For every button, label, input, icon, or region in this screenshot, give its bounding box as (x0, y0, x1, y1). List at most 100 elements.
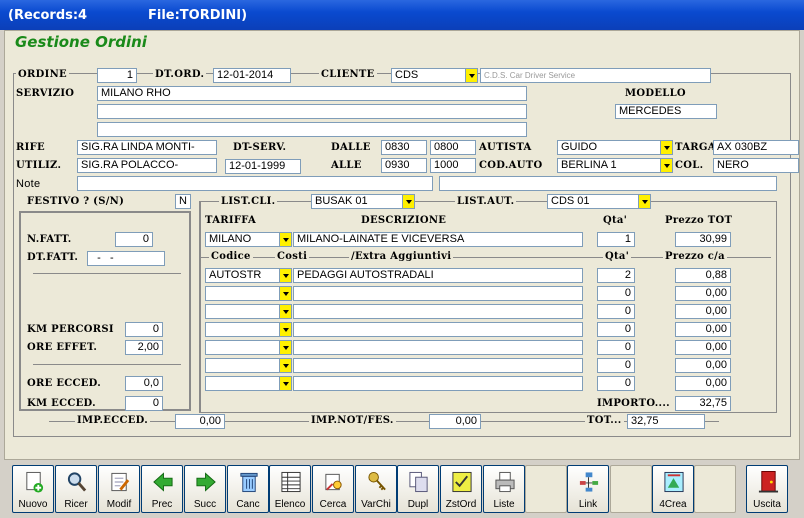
canc-button[interactable]: Canc (227, 465, 269, 513)
n-fatt-field[interactable]: 0 (115, 232, 153, 247)
codice-header: Codice (209, 251, 253, 262)
extra-codice-dropdown[interactable] (279, 268, 292, 283)
extra-qta-field[interactable]: 0 (597, 358, 635, 373)
extra-prezzo-field[interactable]: 0,00 (675, 304, 731, 319)
imp-not-field[interactable]: 0,00 (429, 414, 481, 429)
alle-field-1[interactable]: 0930 (381, 158, 427, 173)
extra-qta-field[interactable]: 0 (597, 304, 635, 319)
extra-qta-field[interactable]: 0 (597, 376, 635, 391)
ordine-field[interactable]: 1 (97, 68, 137, 83)
extra-prezzo-field[interactable]: 0,00 (675, 322, 731, 337)
uscita-button[interactable]: Uscita (746, 465, 788, 513)
cod-auto-dropdown[interactable] (660, 158, 673, 173)
ore-ecced-field[interactable]: 0,0 (125, 376, 163, 391)
ricer-button[interactable]: Ricer (55, 465, 97, 513)
cerca-button[interactable]: Cerca (312, 465, 354, 513)
find-icon (325, 473, 342, 491)
descrizione-field[interactable]: MILANO-LAINATE E VICEVERSA (293, 232, 583, 247)
extra-descr-field[interactable] (293, 304, 583, 319)
tariffa-field[interactable]: MILANO (205, 232, 281, 247)
extra-codice-dropdown[interactable] (279, 340, 292, 355)
dt-fatt-label: DT.FATT. (27, 252, 79, 263)
modif-button[interactable]: Modif (98, 465, 140, 513)
festivo-field[interactable]: N (175, 194, 191, 209)
autista-field[interactable]: GUIDO (557, 140, 661, 155)
ore-effet-field[interactable]: 2,00 (125, 340, 163, 355)
extra-codice-dropdown[interactable] (279, 286, 292, 301)
extra-codice-dropdown[interactable] (279, 304, 292, 319)
extra-codice-field[interactable] (205, 304, 281, 319)
note-field-2[interactable] (439, 176, 777, 191)
dupl-button[interactable]: Dupl (397, 465, 439, 513)
extra-codice-field[interactable] (205, 286, 281, 301)
liste-button[interactable]: Liste (483, 465, 525, 513)
km-percorsi-label: KM PERCORSI (27, 324, 114, 335)
importo-field[interactable]: 32,75 (675, 396, 731, 411)
note-field-1[interactable] (77, 176, 433, 191)
list-cli-dropdown[interactable] (402, 194, 415, 209)
extra-codice-field[interactable]: AUTOSTR (205, 268, 281, 283)
dalle-field-1[interactable]: 0830 (381, 140, 427, 155)
extra-codice-field[interactable] (205, 322, 281, 337)
list-cli-field[interactable]: BUSAK 01 (311, 194, 403, 209)
servizio-line-2[interactable] (97, 104, 527, 119)
list-cli-label: LIST.CLI. (219, 196, 278, 207)
servizio-line-3[interactable] (97, 122, 527, 137)
servizio-line-1[interactable]: MILANO RHO (97, 86, 527, 101)
dt-serv-label: DT-SERV. (233, 142, 287, 153)
imp-ecced-field[interactable]: 0,00 (175, 414, 225, 429)
cod-auto-field[interactable]: BERLINA 1 (557, 158, 661, 173)
ore-ecced-label: ORE ECCED. (27, 378, 102, 389)
utiliz-field[interactable]: SIG.RA POLACCO- (77, 158, 217, 173)
dalle-field-2[interactable]: 0800 (430, 140, 476, 155)
extra-descr-field[interactable] (293, 322, 583, 337)
list-aut-dropdown[interactable] (638, 194, 651, 209)
cliente-code-field[interactable]: CDS (391, 68, 467, 83)
extra-descr-field[interactable] (293, 340, 583, 355)
autista-dropdown[interactable] (660, 140, 673, 155)
targa-field[interactable]: AX 030BZ (713, 140, 799, 155)
extra-codice-dropdown[interactable] (279, 358, 292, 373)
extra-descr-field[interactable] (293, 286, 583, 301)
link-button[interactable]: Link (567, 465, 609, 513)
extra-qta-field[interactable]: 2 (597, 268, 635, 283)
rife-field[interactable]: SIG.RA LINDA MONTI- (77, 140, 217, 155)
km-ecced-field[interactable]: 0 (125, 396, 163, 411)
alle-field-2[interactable]: 1000 (430, 158, 476, 173)
extra-codice-field[interactable] (205, 340, 281, 355)
km-percorsi-field[interactable]: 0 (125, 322, 163, 337)
qta-field[interactable]: 1 (597, 232, 635, 247)
4crea-button[interactable]: 4Crea (652, 465, 694, 513)
elenco-button[interactable]: Elenco (269, 465, 311, 513)
extra-descr-field[interactable]: PEDAGGI AUTOSTRADALI (293, 268, 583, 283)
cliente-dropdown[interactable] (465, 68, 478, 83)
list-aut-field[interactable]: CDS 01 (547, 194, 639, 209)
prec-button[interactable]: Prec (141, 465, 183, 513)
extra-qta-field[interactable]: 0 (597, 340, 635, 355)
tariffa-dropdown[interactable] (279, 232, 292, 247)
dt-ord-field[interactable]: 12-01-2014 (213, 68, 291, 83)
extra-prezzo-field[interactable]: 0,00 (675, 358, 731, 373)
extra-prezzo-field[interactable]: 0,88 (675, 268, 731, 283)
varchi-button[interactable]: VarChi (355, 465, 397, 513)
extra-prezzo-field[interactable]: 0,00 (675, 340, 731, 355)
dt-serv-field[interactable]: 12-01-1999 (225, 159, 301, 174)
zstord-button[interactable]: ZstOrd (440, 465, 482, 513)
modello-field[interactable]: MERCEDES (615, 104, 717, 119)
dt-fatt-field[interactable]: - - (87, 251, 165, 266)
extra-codice-field[interactable] (205, 376, 281, 391)
extra-descr-field[interactable] (293, 358, 583, 373)
extra-codice-dropdown[interactable] (279, 376, 292, 391)
extra-codice-dropdown[interactable] (279, 322, 292, 337)
col-field[interactable]: NERO (713, 158, 799, 173)
extra-descr-field[interactable] (293, 376, 583, 391)
prezzo-tot-field[interactable]: 30,99 (675, 232, 731, 247)
tot-field[interactable]: 32,75 (627, 414, 705, 429)
extra-prezzo-field[interactable]: 0,00 (675, 286, 731, 301)
extra-qta-field[interactable]: 0 (597, 286, 635, 301)
extra-prezzo-field[interactable]: 0,00 (675, 376, 731, 391)
extra-qta-field[interactable]: 0 (597, 322, 635, 337)
succ-button[interactable]: Succ (184, 465, 226, 513)
nuovo-button[interactable]: Nuovo (12, 465, 54, 513)
extra-codice-field[interactable] (205, 358, 281, 373)
